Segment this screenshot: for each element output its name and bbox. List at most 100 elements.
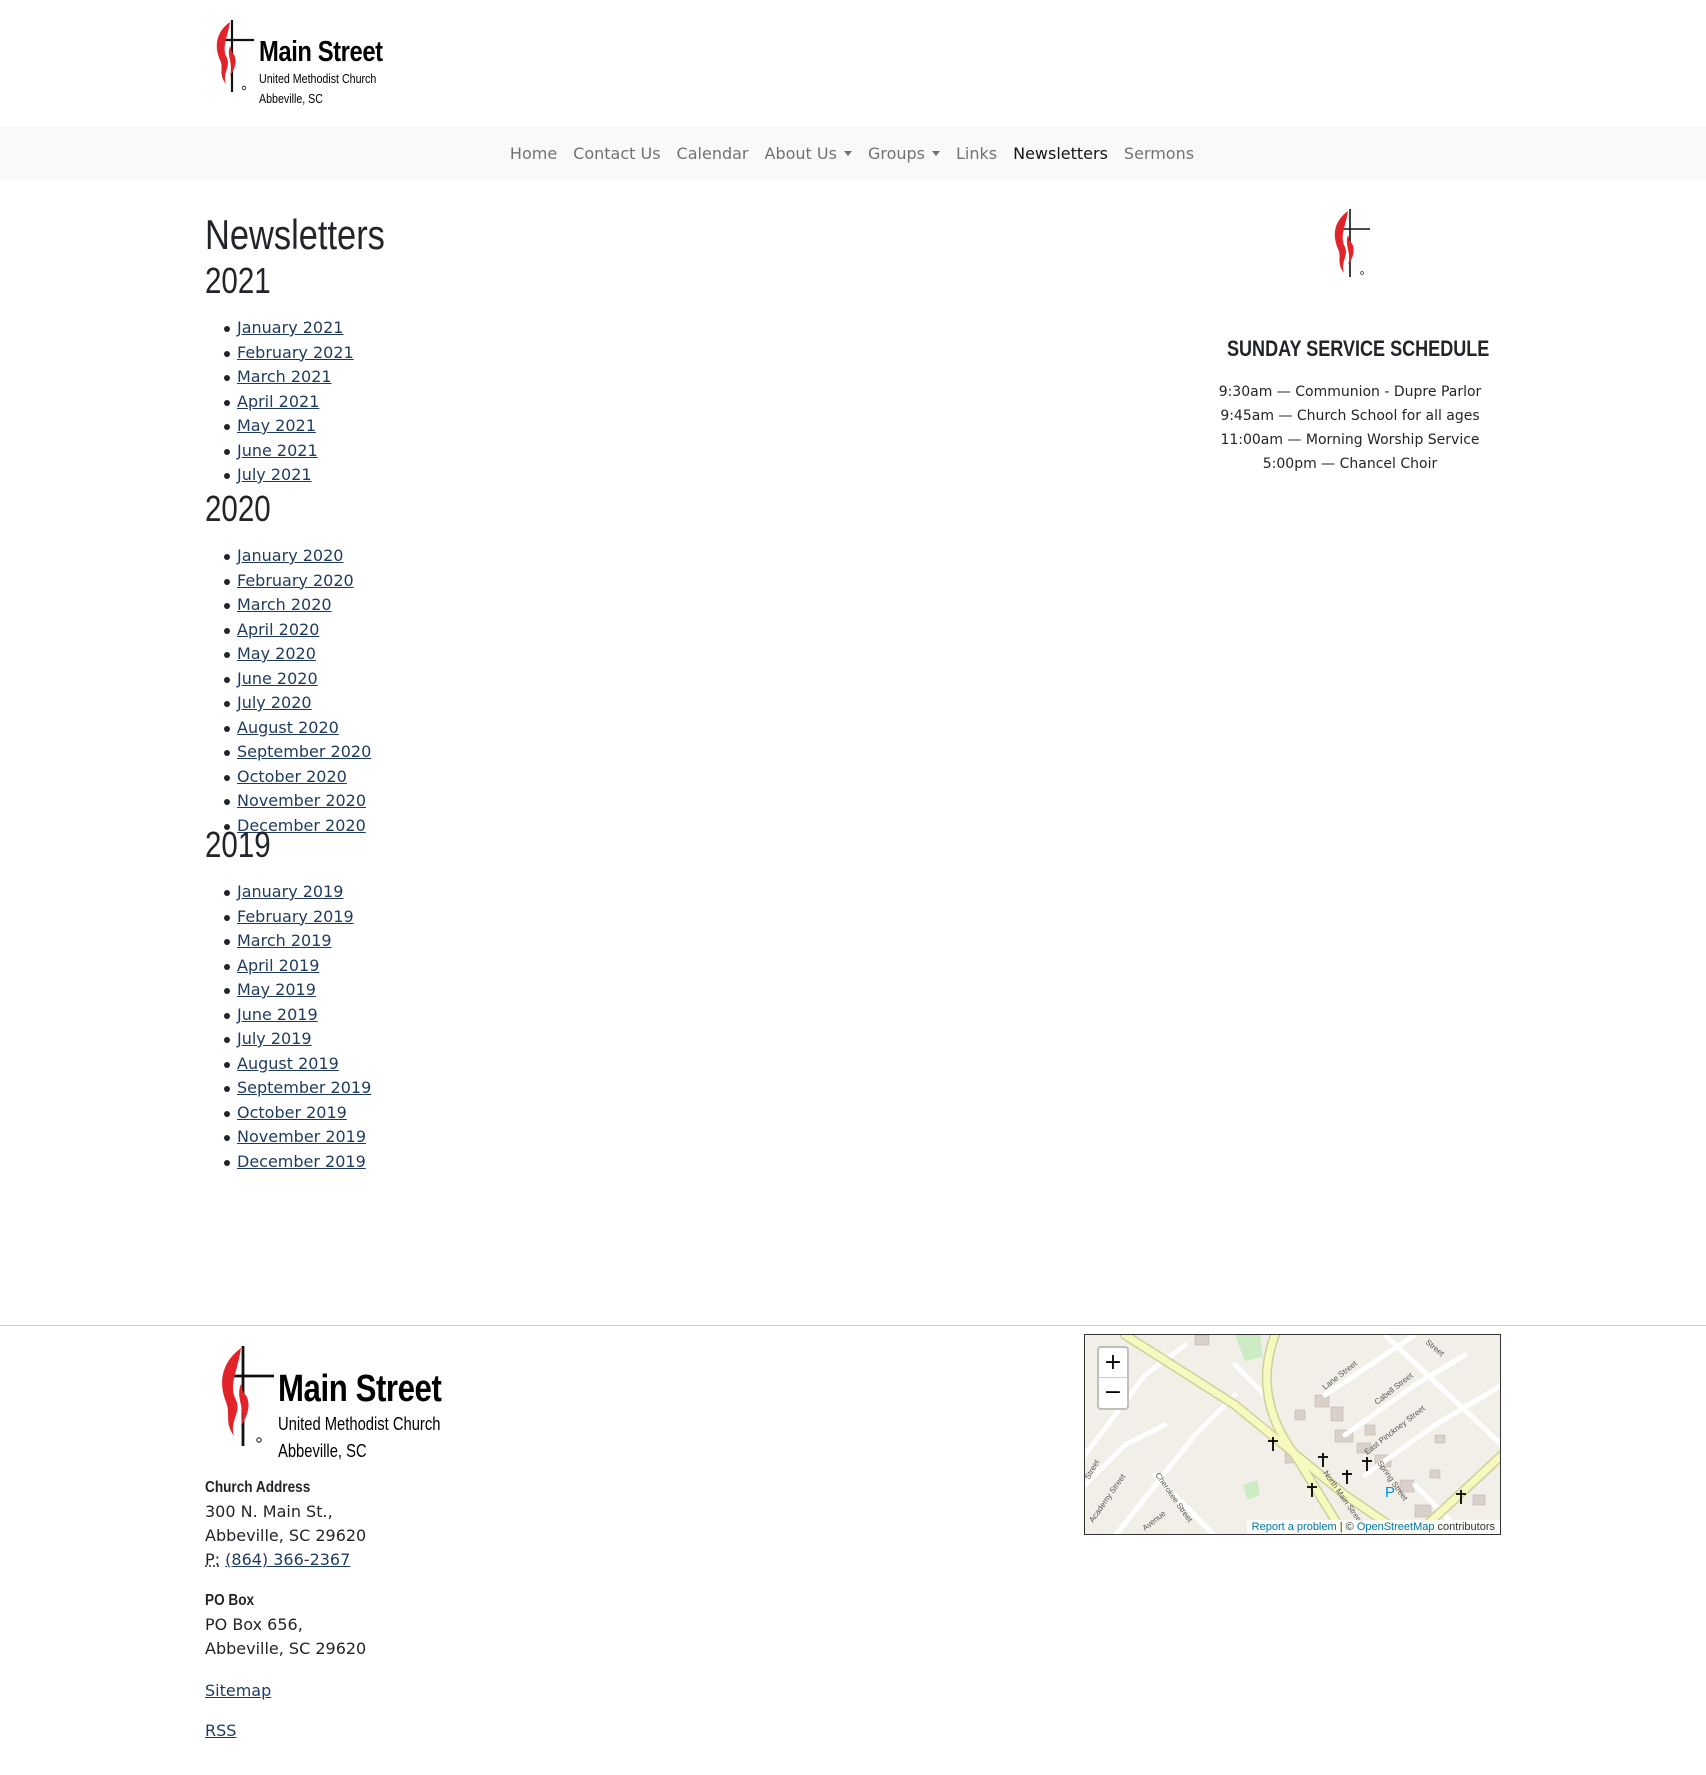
newsletter-link[interactable]: June 2021: [237, 441, 318, 460]
list-item: June 2019: [205, 1003, 371, 1028]
schedule-title: SUNDAY SERVICE SCHEDULE: [1227, 336, 1490, 361]
nav-item-label: Contact Us: [573, 144, 661, 163]
list-item: August 2019: [205, 1052, 371, 1077]
newsletter-link[interactable]: April 2020: [237, 620, 319, 639]
phone-link[interactable]: (864) 366-2367: [225, 1550, 350, 1569]
newsletter-link[interactable]: August 2020: [237, 718, 339, 737]
list-item: April 2021: [205, 390, 354, 415]
newsletter-link[interactable]: April 2019: [237, 956, 319, 975]
nav-item-label: About Us: [764, 144, 837, 163]
nav-item-newsletters[interactable]: Newsletters: [1005, 144, 1116, 163]
attribution-contributors: contributors: [1434, 1521, 1495, 1533]
logo-name: Main Street: [259, 36, 383, 68]
newsletter-link[interactable]: May 2020: [237, 644, 316, 663]
newsletter-list: January 2021 February 2021 March 2021 April…: [205, 316, 354, 488]
list-item: April 2019: [205, 954, 371, 979]
newsletter-link[interactable]: July 2021: [237, 465, 312, 484]
list-item: March 2020: [205, 593, 371, 618]
zoom-in-button[interactable]: +: [1099, 1348, 1127, 1378]
list-item: June 2020: [205, 667, 371, 692]
address-line: 300 N. Main St.,: [205, 1502, 333, 1521]
logo-subtitle: United Methodist Church: [259, 71, 377, 86]
newsletter-link[interactable]: September 2019: [237, 1078, 371, 1097]
nav-item-contact-us[interactable]: Contact Us: [565, 144, 668, 163]
rss-link[interactable]: RSS: [205, 1721, 236, 1740]
newsletter-link[interactable]: August 2019: [237, 1054, 339, 1073]
list-item: July 2021: [205, 463, 354, 488]
report-problem-link[interactable]: Report a problem: [1252, 1521, 1337, 1533]
schedule-item: 5:00pm — Chancel Choir: [1262, 456, 1438, 472]
newsletter-link[interactable]: July 2019: [237, 1029, 312, 1048]
list-item: May 2020: [205, 642, 371, 667]
newsletter-link[interactable]: January 2020: [237, 546, 343, 565]
newsletter-link[interactable]: January 2019: [237, 882, 343, 901]
nav-list: Home Contact Us Calendar About Us Groups Link…: [0, 126, 1706, 181]
footer-logo-location: Abbeville, SC: [278, 1441, 367, 1461]
newsletter-link[interactable]: September 2020: [237, 742, 371, 761]
list-item: July 2020: [205, 691, 371, 716]
schedule-item: 9:30am — Communion - Dupre Parlor: [1218, 384, 1482, 400]
list-item: March 2021: [205, 365, 354, 390]
list-item: February 2021: [205, 341, 354, 366]
newsletter-link[interactable]: November 2019: [237, 1127, 366, 1146]
po-box-heading: PO Box: [205, 1592, 255, 1609]
caret-down-icon: [931, 151, 940, 156]
logo-location: Abbeville, SC: [259, 91, 323, 106]
openstreetmap-link[interactable]: OpenStreetMap: [1357, 1521, 1435, 1533]
location-map[interactable]: P Lane Street Cabell Street East Pinckne…: [1084, 1334, 1501, 1535]
nav-item-groups[interactable]: Groups: [860, 144, 948, 163]
newsletter-link[interactable]: July 2020: [237, 693, 312, 712]
nav-item-label: Groups: [867, 144, 925, 163]
list-item: January 2019: [205, 880, 371, 905]
newsletter-link[interactable]: March 2020: [237, 595, 332, 614]
cross-and-flame-icon: [222, 1346, 274, 1446]
nav-item-label: Calendar: [676, 144, 749, 163]
nav-item-links[interactable]: Links: [948, 144, 1005, 163]
list-item: April 2020: [205, 618, 371, 643]
newsletter-link[interactable]: October 2019: [237, 1103, 347, 1122]
schedule-list: 9:30am — Communion - Dupre Parlor 9:45am …: [1200, 380, 1500, 476]
main-navbar: Home Contact Us Calendar About Us Groups Link…: [0, 126, 1706, 181]
footer-logo-name: Main Street: [278, 1368, 442, 1410]
address-line: PO Box 656,: [205, 1615, 303, 1634]
list-item: December 2019: [205, 1150, 371, 1175]
nav-item-calendar[interactable]: Calendar: [669, 144, 757, 163]
year-section-2021: 2021 January 2021 February 2021 March 2021 A…: [205, 260, 354, 488]
newsletter-link[interactable]: November 2020: [237, 791, 366, 810]
schedule-item: 9:45am — Church School for all ages: [1220, 408, 1480, 424]
newsletter-link[interactable]: May 2019: [237, 980, 316, 999]
newsletter-link[interactable]: March 2019: [237, 931, 332, 950]
caret-down-icon: [843, 151, 852, 156]
newsletter-link[interactable]: February 2021: [237, 343, 354, 362]
zoom-out-button[interactable]: −: [1099, 1378, 1127, 1408]
year-heading: 2020: [205, 488, 271, 529]
year-section-2019: 2019 January 2019 February 2019 March 2019 A…: [205, 824, 371, 1174]
newsletter-link[interactable]: April 2021: [237, 392, 319, 411]
sitemap-link[interactable]: Sitemap: [205, 1681, 271, 1700]
nav-item-home[interactable]: Home: [502, 144, 565, 163]
newsletter-link[interactable]: May 2021: [237, 416, 316, 435]
newsletter-link[interactable]: June 2020: [237, 669, 318, 688]
nav-item-sermons[interactable]: Sermons: [1116, 144, 1202, 163]
map-attribution: Report a problem | © OpenStreetMap contr…: [1246, 1520, 1500, 1534]
newsletter-link[interactable]: February 2020: [237, 571, 354, 590]
nav-item-label: Links: [955, 144, 998, 163]
newsletter-link[interactable]: December 2019: [237, 1152, 366, 1171]
list-item: March 2019: [205, 929, 371, 954]
newsletter-link[interactable]: January 2021: [237, 318, 343, 337]
newsletter-link[interactable]: March 2021: [237, 367, 332, 386]
newsletter-link[interactable]: October 2020: [237, 767, 347, 786]
newsletter-link[interactable]: February 2019: [237, 907, 354, 926]
site-header: Main Street United Methodist Church Abbe…: [0, 0, 1706, 126]
list-item: February 2019: [205, 905, 371, 930]
footer-logo[interactable]: Main Street United Methodist Church Abbe…: [216, 1342, 466, 1467]
list-item: November 2019: [205, 1125, 371, 1150]
year-heading: 2021: [205, 260, 271, 301]
list-item: May 2019: [205, 978, 371, 1003]
site-logo[interactable]: Main Street United Methodist Church Abbe…: [212, 16, 402, 112]
cross-and-flame-icon: [216, 20, 254, 92]
nav-item-about-us[interactable]: About Us: [757, 144, 860, 163]
year-section-2020: 2020 January 2020 February 2020 March 2020 A…: [205, 488, 371, 838]
newsletter-link[interactable]: June 2019: [237, 1005, 318, 1024]
nav-item-label: Home: [509, 144, 558, 163]
